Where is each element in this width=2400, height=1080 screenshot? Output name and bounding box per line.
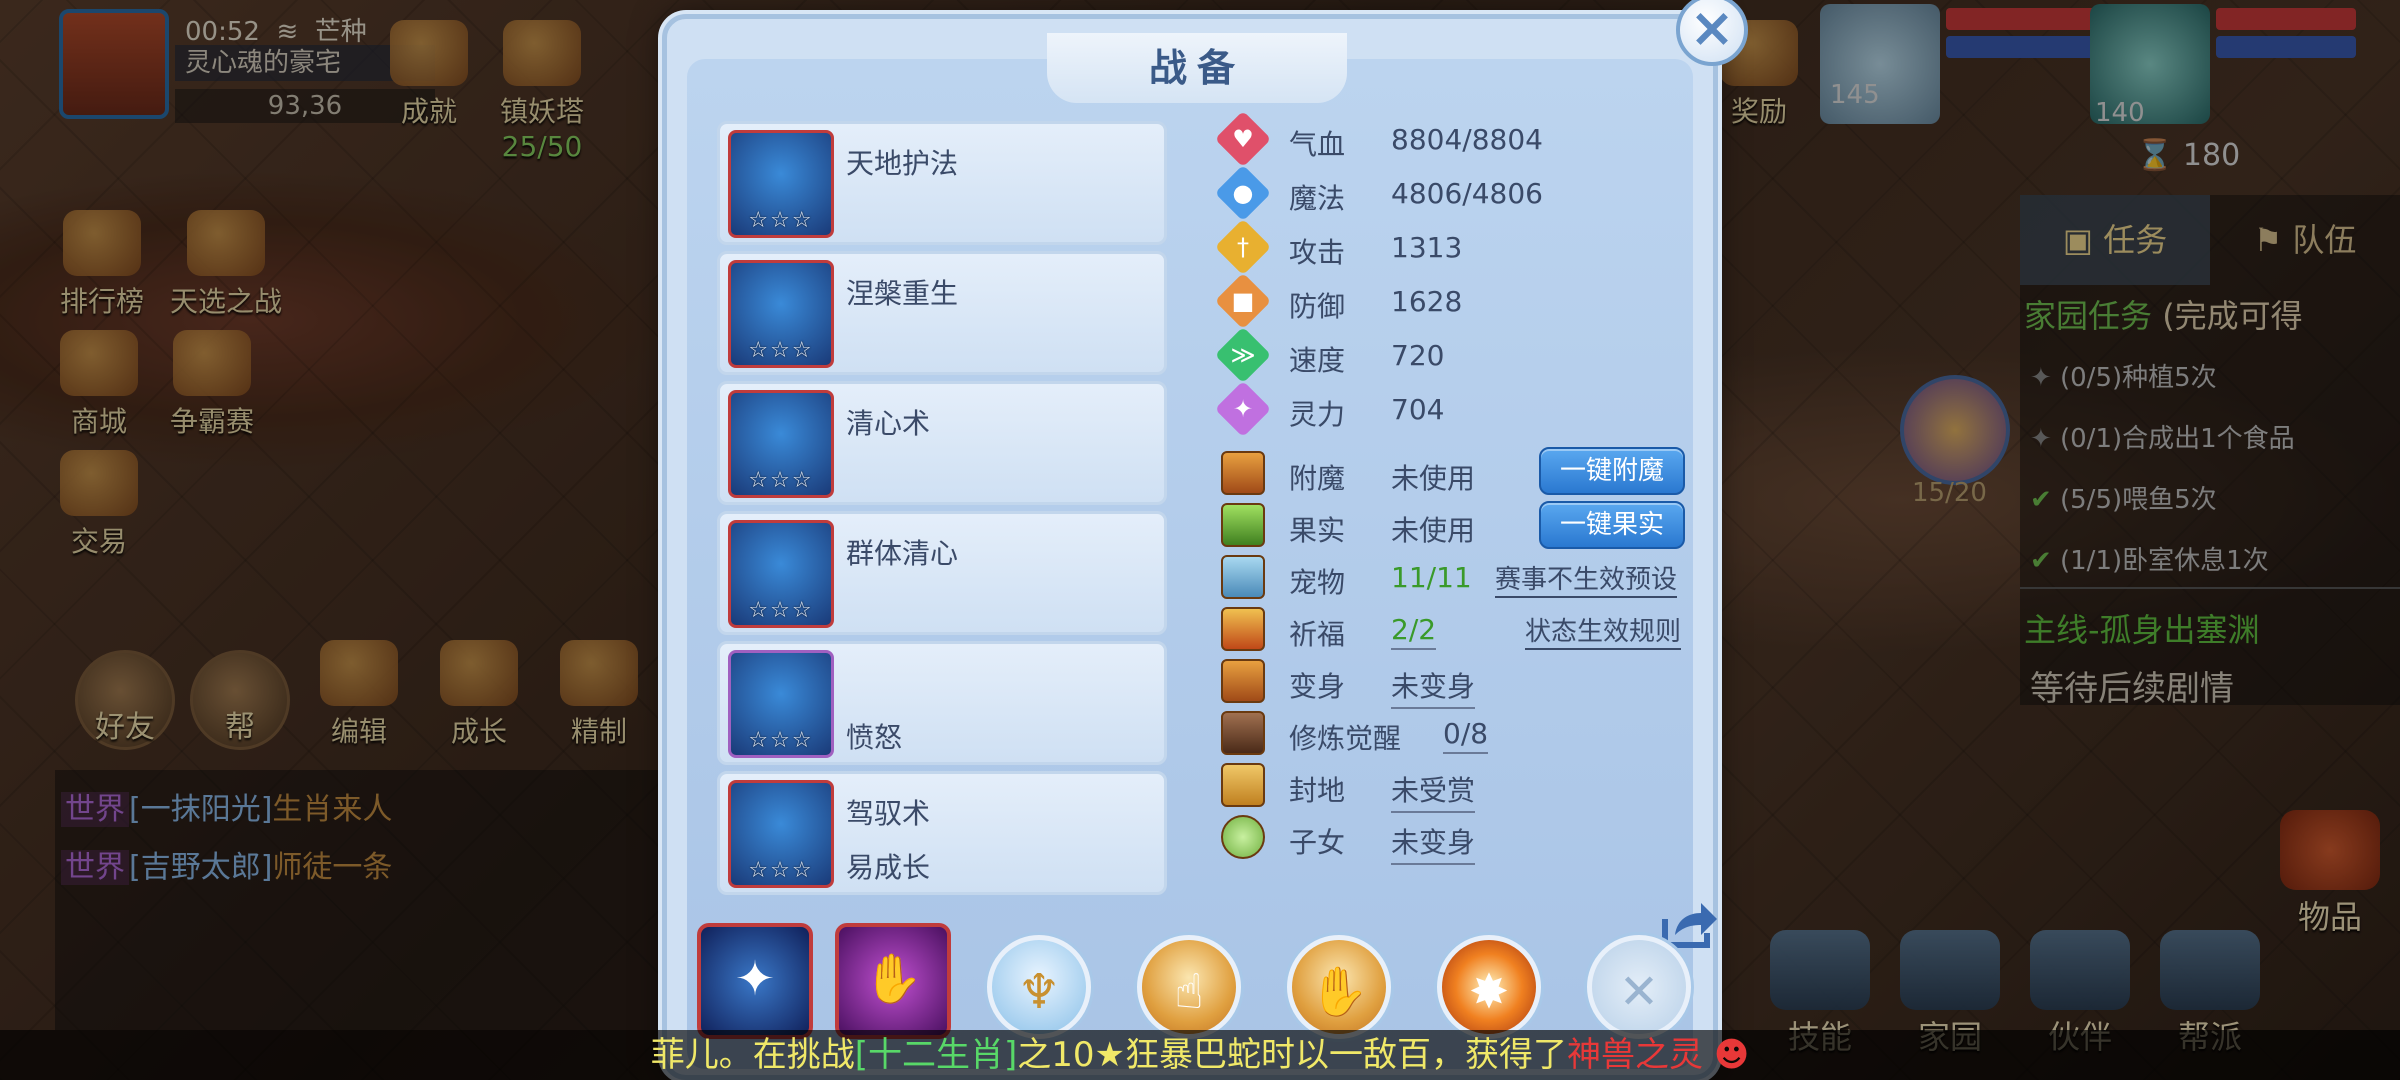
skill-name: 天地护法 [846, 147, 959, 180]
skill-subtitle: 易成长 [846, 851, 931, 884]
skill-card[interactable]: ☆☆☆ 群体清心 [717, 511, 1167, 635]
figure-icon: ♆ [1017, 964, 1061, 1020]
enchant-icon [1221, 451, 1265, 495]
skill-icon: ☆☆☆ [728, 260, 834, 368]
gate-icon [1221, 763, 1265, 807]
stat-attack: † 攻击 1313 [1214, 218, 1539, 276]
burst-icon: ✸ [1468, 964, 1510, 1020]
meditation-icon [1221, 711, 1265, 755]
children-row: 子女 未变身 [1219, 815, 1719, 865]
blessing-icon [1221, 607, 1265, 651]
awakening-row: 修炼觉醒 0/8 [1219, 711, 1719, 761]
stat-defense: ■ 防御 1628 [1214, 272, 1539, 330]
spirit-icon: ✦ [1214, 380, 1272, 438]
blessing-value[interactable]: 2/2 [1391, 613, 1437, 650]
battle-prep-panel: ☆☆☆ 天地护法 ☆☆☆ 涅槃重生 ☆☆☆ 清心术 ☆☆☆ 群体清心 ☆☆☆ 愤… [662, 14, 1718, 1080]
star-rating: ☆☆☆ [748, 598, 814, 623]
buff-slot-palm[interactable]: ✋ [1287, 935, 1391, 1039]
hand-icon: ✋ [863, 951, 923, 1007]
close-icon: × [1689, 0, 1735, 59]
skill-name: 涅槃重生 [846, 277, 959, 310]
buff-slot-figure[interactable]: ♆ [987, 935, 1091, 1039]
skill-card[interactable]: ☆☆☆ 清心术 [717, 381, 1167, 505]
gesture-icon: ☝ [1174, 964, 1204, 1020]
pet-icon [1221, 555, 1265, 599]
stat-hp: ♥ 气血 8804/8804 [1214, 110, 1543, 168]
stat-spirit: ✦ 灵力 704 [1214, 380, 1539, 438]
fief-row: 封地 未受赏 [1219, 763, 1719, 813]
star-rating: ☆☆☆ [748, 468, 814, 493]
skill-slot-blue-orb[interactable]: ✦ [697, 923, 813, 1039]
skill-card[interactable]: ☆☆☆ 天地护法 [717, 121, 1167, 245]
fruit-icon [1221, 503, 1265, 547]
skill-slot-purple-hand[interactable]: ✋ [835, 923, 951, 1039]
skill-name: 群体清心 [846, 537, 959, 570]
locked-slot-icon: ✕ [1618, 964, 1660, 1020]
shield-icon: ■ [1214, 272, 1272, 330]
status-rules-link[interactable]: 状态生效规则 [1525, 611, 1682, 650]
buff-slot-empty[interactable]: ✕ [1587, 935, 1691, 1039]
one-click-enchant-button[interactable]: 一键附魔 [1539, 447, 1685, 495]
system-broadcast: 菲儿。在挑战[十二生肖]之10★狂暴巴蛇时以一敌百，获得了神兽之灵 ☻ [0, 1030, 2400, 1080]
skill-card[interactable]: ☆☆☆ 愤怒 [717, 641, 1167, 765]
speed-icon: ≫ [1214, 326, 1272, 384]
star-rating: ☆☆☆ [748, 858, 814, 883]
child-icon [1221, 815, 1265, 859]
buff-slot-burst[interactable]: ✸ [1437, 935, 1541, 1039]
skill-icon: ☆☆☆ [728, 130, 834, 238]
stat-speed: ≫ 速度 720 [1214, 326, 1539, 384]
skill-icon: ☆☆☆ [728, 390, 834, 498]
transform-icon [1221, 659, 1265, 703]
fief-value[interactable]: 未受赏 [1391, 769, 1476, 813]
one-click-fruit-button[interactable]: 一键果实 [1539, 501, 1685, 549]
palm-icon: ✋ [1309, 964, 1369, 1020]
children-value[interactable]: 未变身 [1391, 821, 1476, 865]
buff-slot-gesture[interactable]: ☝ [1137, 935, 1241, 1039]
heart-icon: ♥ [1214, 110, 1272, 168]
skill-card[interactable]: ☆☆☆ 涅槃重生 [717, 251, 1167, 375]
skill-name: 清心术 [846, 407, 931, 440]
transform-row: 变身 未变身 [1219, 659, 1719, 709]
sword-icon: † [1214, 218, 1272, 276]
star-rating: ☆☆☆ [748, 208, 814, 233]
awakening-value[interactable]: 0/8 [1443, 717, 1489, 754]
skill-subtitle: 愤怒 [846, 721, 903, 754]
skill-card[interactable]: ☆☆☆ 驾驭术 易成长 [717, 771, 1167, 895]
panel-body: ☆☆☆ 天地护法 ☆☆☆ 涅槃重生 ☆☆☆ 清心术 ☆☆☆ 群体清心 ☆☆☆ 愤… [687, 59, 1717, 1069]
star-rating: ☆☆☆ [748, 728, 814, 753]
star-rating: ☆☆☆ [748, 338, 814, 363]
mana-icon: ● [1214, 164, 1272, 222]
emoji-icon: ☻ [1713, 1035, 1750, 1075]
orb-icon: ✦ [734, 951, 776, 1007]
transform-value[interactable]: 未变身 [1391, 665, 1476, 709]
skill-icon: ☆☆☆ [728, 780, 834, 888]
skill-icon: ☆☆☆ [728, 650, 834, 758]
panel-title: 战备 [1047, 33, 1347, 103]
skill-name: 驾驭术 [846, 797, 931, 830]
skill-icon: ☆☆☆ [728, 520, 834, 628]
event-preset-link[interactable]: 赛事不生效预设 [1495, 559, 1678, 598]
stat-mp: ● 魔法 4806/4806 [1214, 164, 1543, 222]
